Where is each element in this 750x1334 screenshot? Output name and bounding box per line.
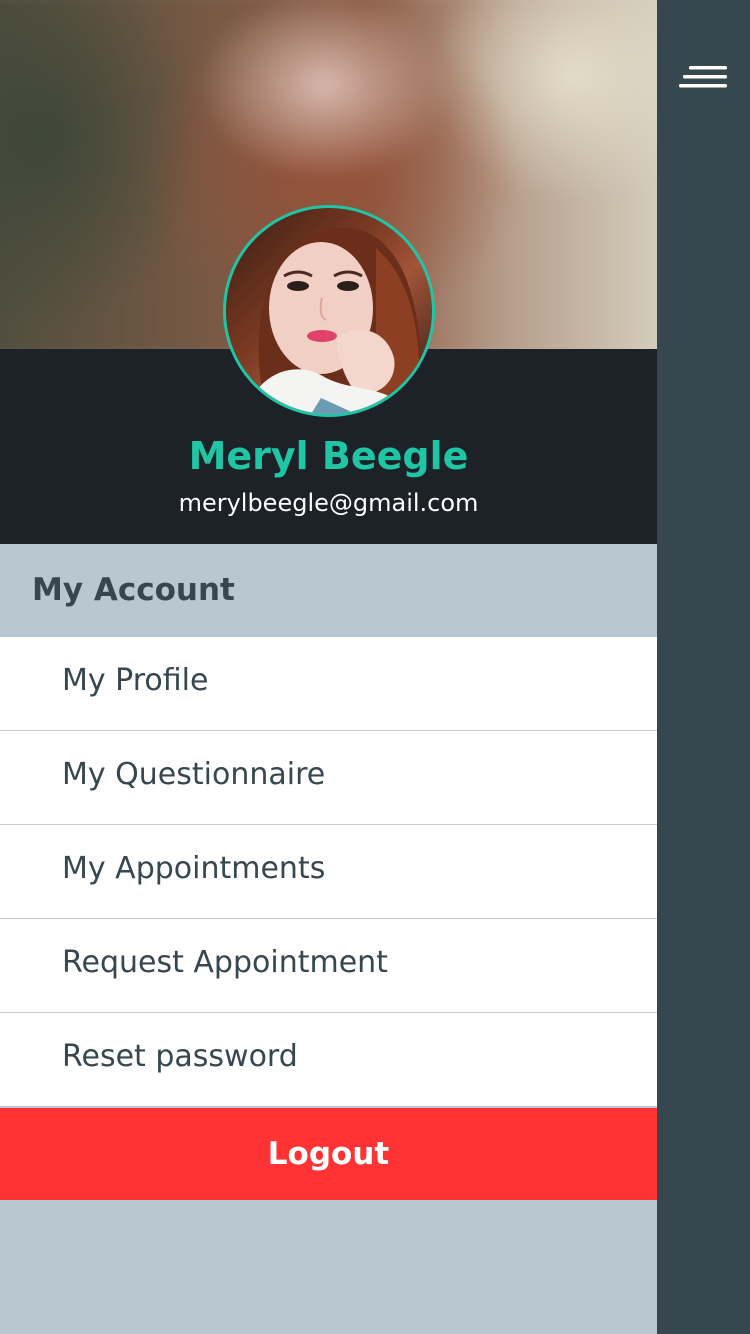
menu-item-reset-password[interactable]: Reset password xyxy=(0,1013,657,1106)
menu-item-my-profile[interactable]: My Profile xyxy=(0,637,657,731)
menu-item-label: My Profile xyxy=(62,663,209,698)
navigation-drawer: Meryl Beegle merylbeegle@gmail.com My Ac… xyxy=(0,0,657,1334)
user-email: merylbeegle@gmail.com xyxy=(178,489,479,517)
menu-item-my-appointments[interactable]: My Appointments xyxy=(0,825,657,919)
menu-item-label: My Questionnaire xyxy=(62,757,326,792)
avatar-portrait xyxy=(246,227,422,414)
side-rail xyxy=(657,0,750,1334)
user-name: Meryl Beegle xyxy=(188,434,469,478)
menu-item-label: Request Appointment xyxy=(62,945,388,980)
menu-item-my-questionnaire[interactable]: My Questionnaire xyxy=(0,731,657,825)
menu-item-label: Reset password xyxy=(62,1039,298,1074)
menu-item-label: My Appointments xyxy=(62,851,326,886)
menu-item-request-appointment[interactable]: Request Appointment xyxy=(0,919,657,1013)
section-header-my-account: My Account xyxy=(0,544,657,637)
account-menu: My Profile My Questionnaire My Appointme… xyxy=(0,637,657,1106)
hamburger-menu-icon[interactable] xyxy=(679,60,729,96)
logout-button[interactable]: Logout xyxy=(0,1108,657,1200)
section-title: My Account xyxy=(32,572,235,608)
avatar[interactable] xyxy=(223,205,435,417)
